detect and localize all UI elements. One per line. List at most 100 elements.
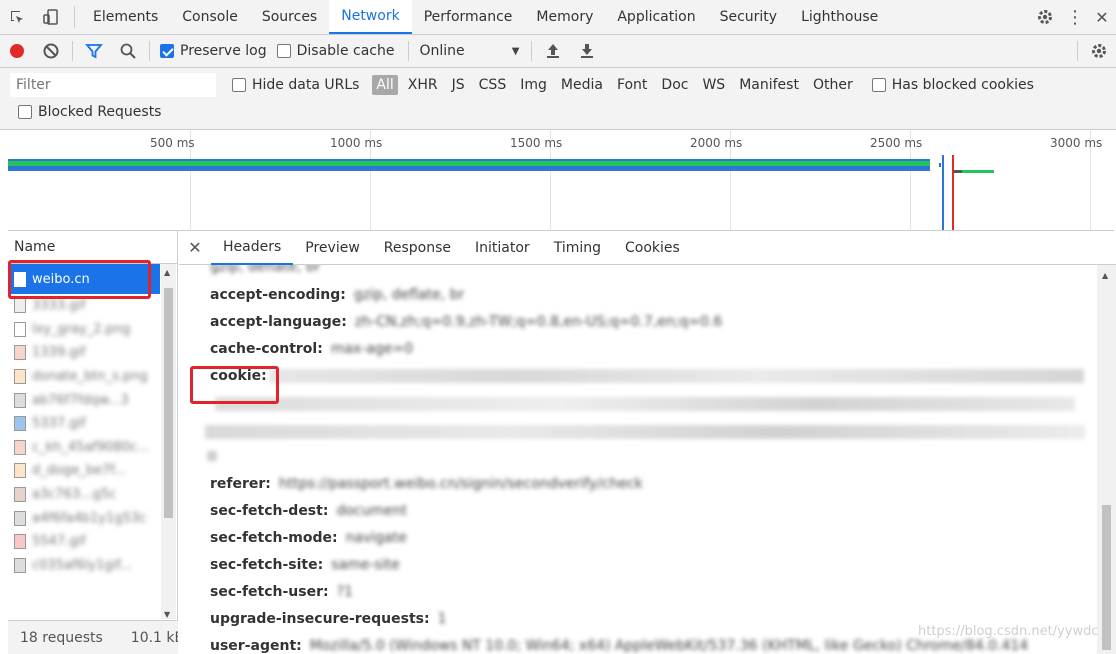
request-file-icon [14, 298, 26, 314]
request-row[interactable]: 5547.gif [8, 530, 160, 554]
tab-memory[interactable]: Memory [524, 0, 605, 34]
request-row[interactable]: c_kh_45af9080c... [8, 436, 160, 460]
checkbox-unchecked-icon[interactable] [276, 44, 291, 58]
filter-icon[interactable] [77, 35, 111, 68]
tab-performance[interactable]: Performance [412, 0, 525, 34]
import-har-icon[interactable] [536, 35, 570, 68]
request-row[interactable]: 1339.gif [8, 341, 160, 365]
header-row: sec-fetch-mode: navigate [210, 530, 407, 546]
disable-cache-checkbox[interactable]: Disable cache [276, 43, 394, 59]
tab-lighthouse[interactable]: Lighthouse [789, 0, 890, 34]
settings-gear-icon[interactable] [1028, 8, 1062, 26]
filter-input[interactable] [10, 73, 216, 97]
tab-security[interactable]: Security [708, 0, 790, 34]
preserve-log-checkbox[interactable]: Preserve log [160, 43, 267, 59]
request-row[interactable]: donate_btn_s.png [8, 365, 160, 389]
has-blocked-cookies-checkbox[interactable]: Has blocked cookies [871, 77, 1034, 93]
search-icon[interactable] [111, 35, 145, 68]
header-value: gzip, deflate, br [210, 265, 321, 275]
detail-tab-timing[interactable]: Timing [542, 231, 613, 265]
clear-icon[interactable] [34, 35, 68, 68]
request-row[interactable]: c035af6ly1gif... [8, 554, 160, 578]
timeline-late-request-bar [962, 170, 994, 173]
header-key: accept-language: [210, 314, 347, 330]
scroll-up-arrow-icon[interactable]: ▲ [164, 268, 170, 277]
header-row: referer: https://passport.weibo.cn/signin… [210, 476, 643, 492]
filter-type-font[interactable]: Font [610, 77, 654, 93]
header-key: sec-fetch-mode: [210, 530, 338, 546]
filter-type-media[interactable]: Media [554, 77, 610, 93]
checkbox-unchecked-icon[interactable] [232, 78, 246, 92]
detail-tab-cookies[interactable]: Cookies [613, 231, 692, 265]
timeline-tick-label: 1500 ms [510, 136, 563, 150]
header-row: upgrade-insecure-requests: 1 [210, 611, 447, 627]
request-row[interactable]: d_doge_be7f... [8, 459, 160, 483]
request-row[interactable]: 5337.gif [8, 412, 160, 436]
request-file-icon [14, 463, 26, 479]
filter-type-ws[interactable]: WS [695, 77, 732, 93]
request-name: c_kh_45af9080c... [32, 439, 150, 455]
request-file-icon [14, 534, 26, 550]
network-settings-gear-icon[interactable] [1082, 35, 1116, 68]
detail-tab-headers[interactable]: Headers [211, 231, 294, 265]
tab-elements[interactable]: Elements [81, 0, 170, 34]
blocked-requests-checkbox[interactable]: Blocked Requests [18, 104, 161, 120]
scroll-down-arrow-icon[interactable]: ▼ [164, 610, 170, 619]
header-value: navigate [345, 530, 407, 546]
timeline-tick-label: 2500 ms [870, 136, 923, 150]
tab-sources[interactable]: Sources [250, 0, 329, 34]
request-row[interactable]: ab76f7fdqw...3 [8, 388, 160, 412]
tab-console[interactable]: Console [170, 0, 250, 34]
request-row[interactable]: lxy_gray_2.png [8, 318, 160, 342]
header-key: referer: [210, 476, 271, 492]
close-devtools-icon[interactable]: ✕ [1088, 8, 1116, 27]
network-toolbar: Preserve log Disable cache Online ▼ [0, 35, 1116, 68]
export-har-icon[interactable] [570, 35, 604, 68]
inspect-element-icon[interactable] [0, 0, 34, 34]
highlight-box-weibo [8, 260, 151, 299]
scrollbar-thumb[interactable] [1102, 505, 1111, 650]
header-row: user-agent: Mozilla/5.0 (Windows NT 10.0;… [210, 638, 1028, 654]
detail-tab-initiator[interactable]: Initiator [463, 231, 542, 265]
detail-tab-preview[interactable]: Preview [293, 231, 372, 265]
throttling-select[interactable]: Online ▼ [419, 43, 519, 59]
request-file-icon [14, 369, 26, 385]
scrollbar-thumb[interactable] [164, 288, 173, 518]
tab-application[interactable]: Application [605, 0, 707, 34]
hide-data-urls-checkbox[interactable]: Hide data URLs [232, 77, 359, 93]
request-row[interactable]: a4f6fa4b1y1g53c [8, 506, 160, 530]
request-file-icon [14, 345, 26, 361]
close-detail-icon[interactable]: ✕ [179, 238, 211, 257]
filter-type-xhr[interactable]: XHR [401, 77, 445, 93]
timeline-overview[interactable]: 500 ms 1000 ms 1500 ms 2000 ms 2500 ms 3000 m… [8, 130, 1114, 231]
filter-type-other[interactable]: Other [806, 77, 860, 93]
filter-type-img[interactable]: Img [513, 77, 554, 93]
timeline-waterfall-bar-green [8, 161, 930, 166]
filter-type-css[interactable]: CSS [472, 77, 514, 93]
filter-type-all[interactable]: All [372, 75, 398, 95]
record-icon[interactable] [0, 35, 34, 68]
header-key: user-agent: [210, 638, 302, 654]
checkbox-unchecked-icon[interactable] [871, 78, 886, 92]
scroll-up-arrow-icon[interactable]: ▲ [1102, 271, 1108, 280]
checkbox-checked-icon[interactable] [160, 44, 174, 58]
network-summary-bar: 18 requests 10.1 kB [8, 620, 178, 654]
filter-type-doc[interactable]: Doc [654, 77, 695, 93]
request-list-scrollbar[interactable]: ▲ ▼ [161, 264, 176, 619]
headers-scrollbar[interactable]: ▲ [1097, 265, 1116, 654]
request-name: a3c763...g5c [32, 487, 117, 503]
cookie-value-redacted [205, 425, 1085, 439]
detail-tab-response[interactable]: Response [372, 231, 463, 265]
tab-network[interactable]: Network [329, 0, 412, 34]
request-row[interactable]: a3c763...g5c [8, 483, 160, 507]
checkbox-unchecked-icon[interactable] [18, 105, 32, 119]
device-toolbar-icon[interactable] [34, 0, 68, 34]
headers-pane: gzip, deflate, br accept-encoding: gzip, d… [179, 265, 1097, 654]
more-options-icon[interactable]: ⋮ [1062, 7, 1088, 28]
request-name: lxy_gray_2.png [32, 321, 131, 337]
filter-type-js[interactable]: JS [445, 77, 472, 93]
header-row: sec-fetch-dest: document [210, 503, 407, 519]
request-name: d_doge_be7f... [32, 463, 127, 479]
filter-type-manifest[interactable]: Manifest [732, 77, 806, 93]
header-value: same-site [331, 557, 400, 573]
